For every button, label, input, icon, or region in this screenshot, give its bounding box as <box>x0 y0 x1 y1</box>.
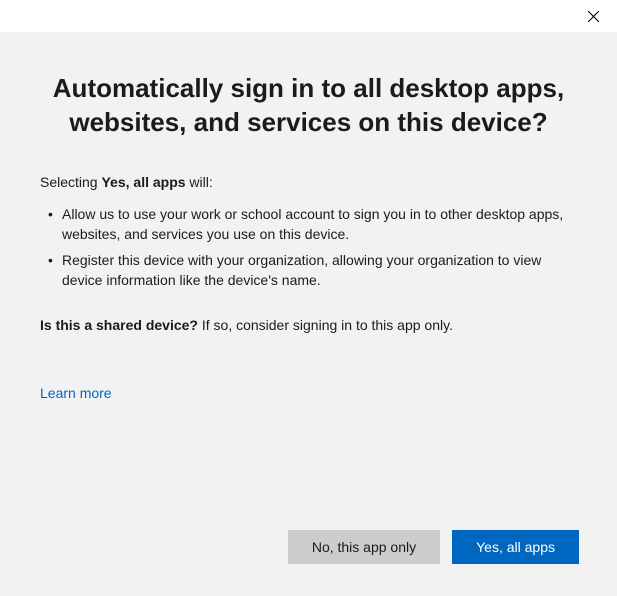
question-suffix: If so, consider signing in to this app o… <box>198 317 453 333</box>
intro-bold: Yes, all apps <box>101 174 185 190</box>
bullet-list: Allow us to use your work or school acco… <box>40 204 577 291</box>
intro-text: Selecting Yes, all apps will: <box>40 174 577 190</box>
dialog-heading: Automatically sign in to all desktop app… <box>40 72 577 140</box>
question-bold: Is this a shared device? <box>40 317 198 333</box>
learn-more-link[interactable]: Learn more <box>40 385 112 401</box>
shared-device-question: Is this a shared device? If so, consider… <box>40 317 577 333</box>
no-this-app-only-button[interactable]: No, this app only <box>288 530 440 564</box>
close-button[interactable] <box>583 6 603 26</box>
dialog-footer: No, this app only Yes, all apps <box>0 530 617 596</box>
intro-prefix: Selecting <box>40 174 101 190</box>
close-icon <box>588 11 599 22</box>
intro-suffix: will: <box>186 174 213 190</box>
list-item: Register this device with your organizat… <box>62 250 577 291</box>
list-item: Allow us to use your work or school acco… <box>62 204 577 245</box>
dialog-content: Automatically sign in to all desktop app… <box>0 32 617 530</box>
titlebar <box>0 0 617 32</box>
signin-dialog: Automatically sign in to all desktop app… <box>0 0 617 596</box>
yes-all-apps-button[interactable]: Yes, all apps <box>452 530 579 564</box>
